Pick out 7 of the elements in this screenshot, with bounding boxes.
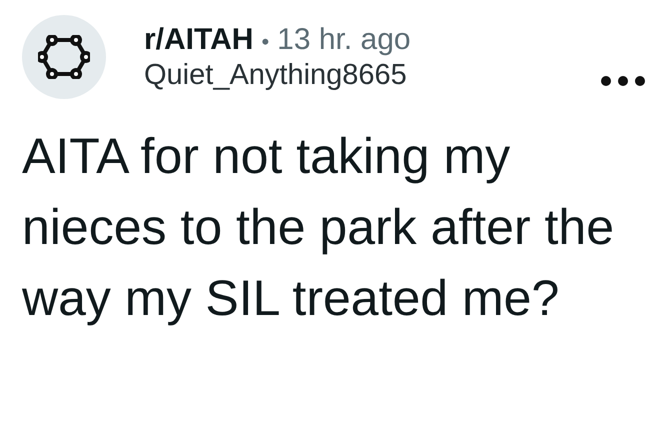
subreddit-link[interactable]: r/AITAH: [144, 22, 254, 56]
ring-of-nodes-icon: [38, 35, 90, 79]
separator-dot: •: [261, 28, 270, 54]
post-time: 13 hr. ago: [277, 22, 411, 56]
post-title: AITA for not taking my nieces to the park after the way my SIL treated me?: [22, 127, 616, 328]
more-options-icon[interactable]: [601, 76, 645, 86]
author-link[interactable]: Quiet_Anything8665: [144, 58, 601, 92]
